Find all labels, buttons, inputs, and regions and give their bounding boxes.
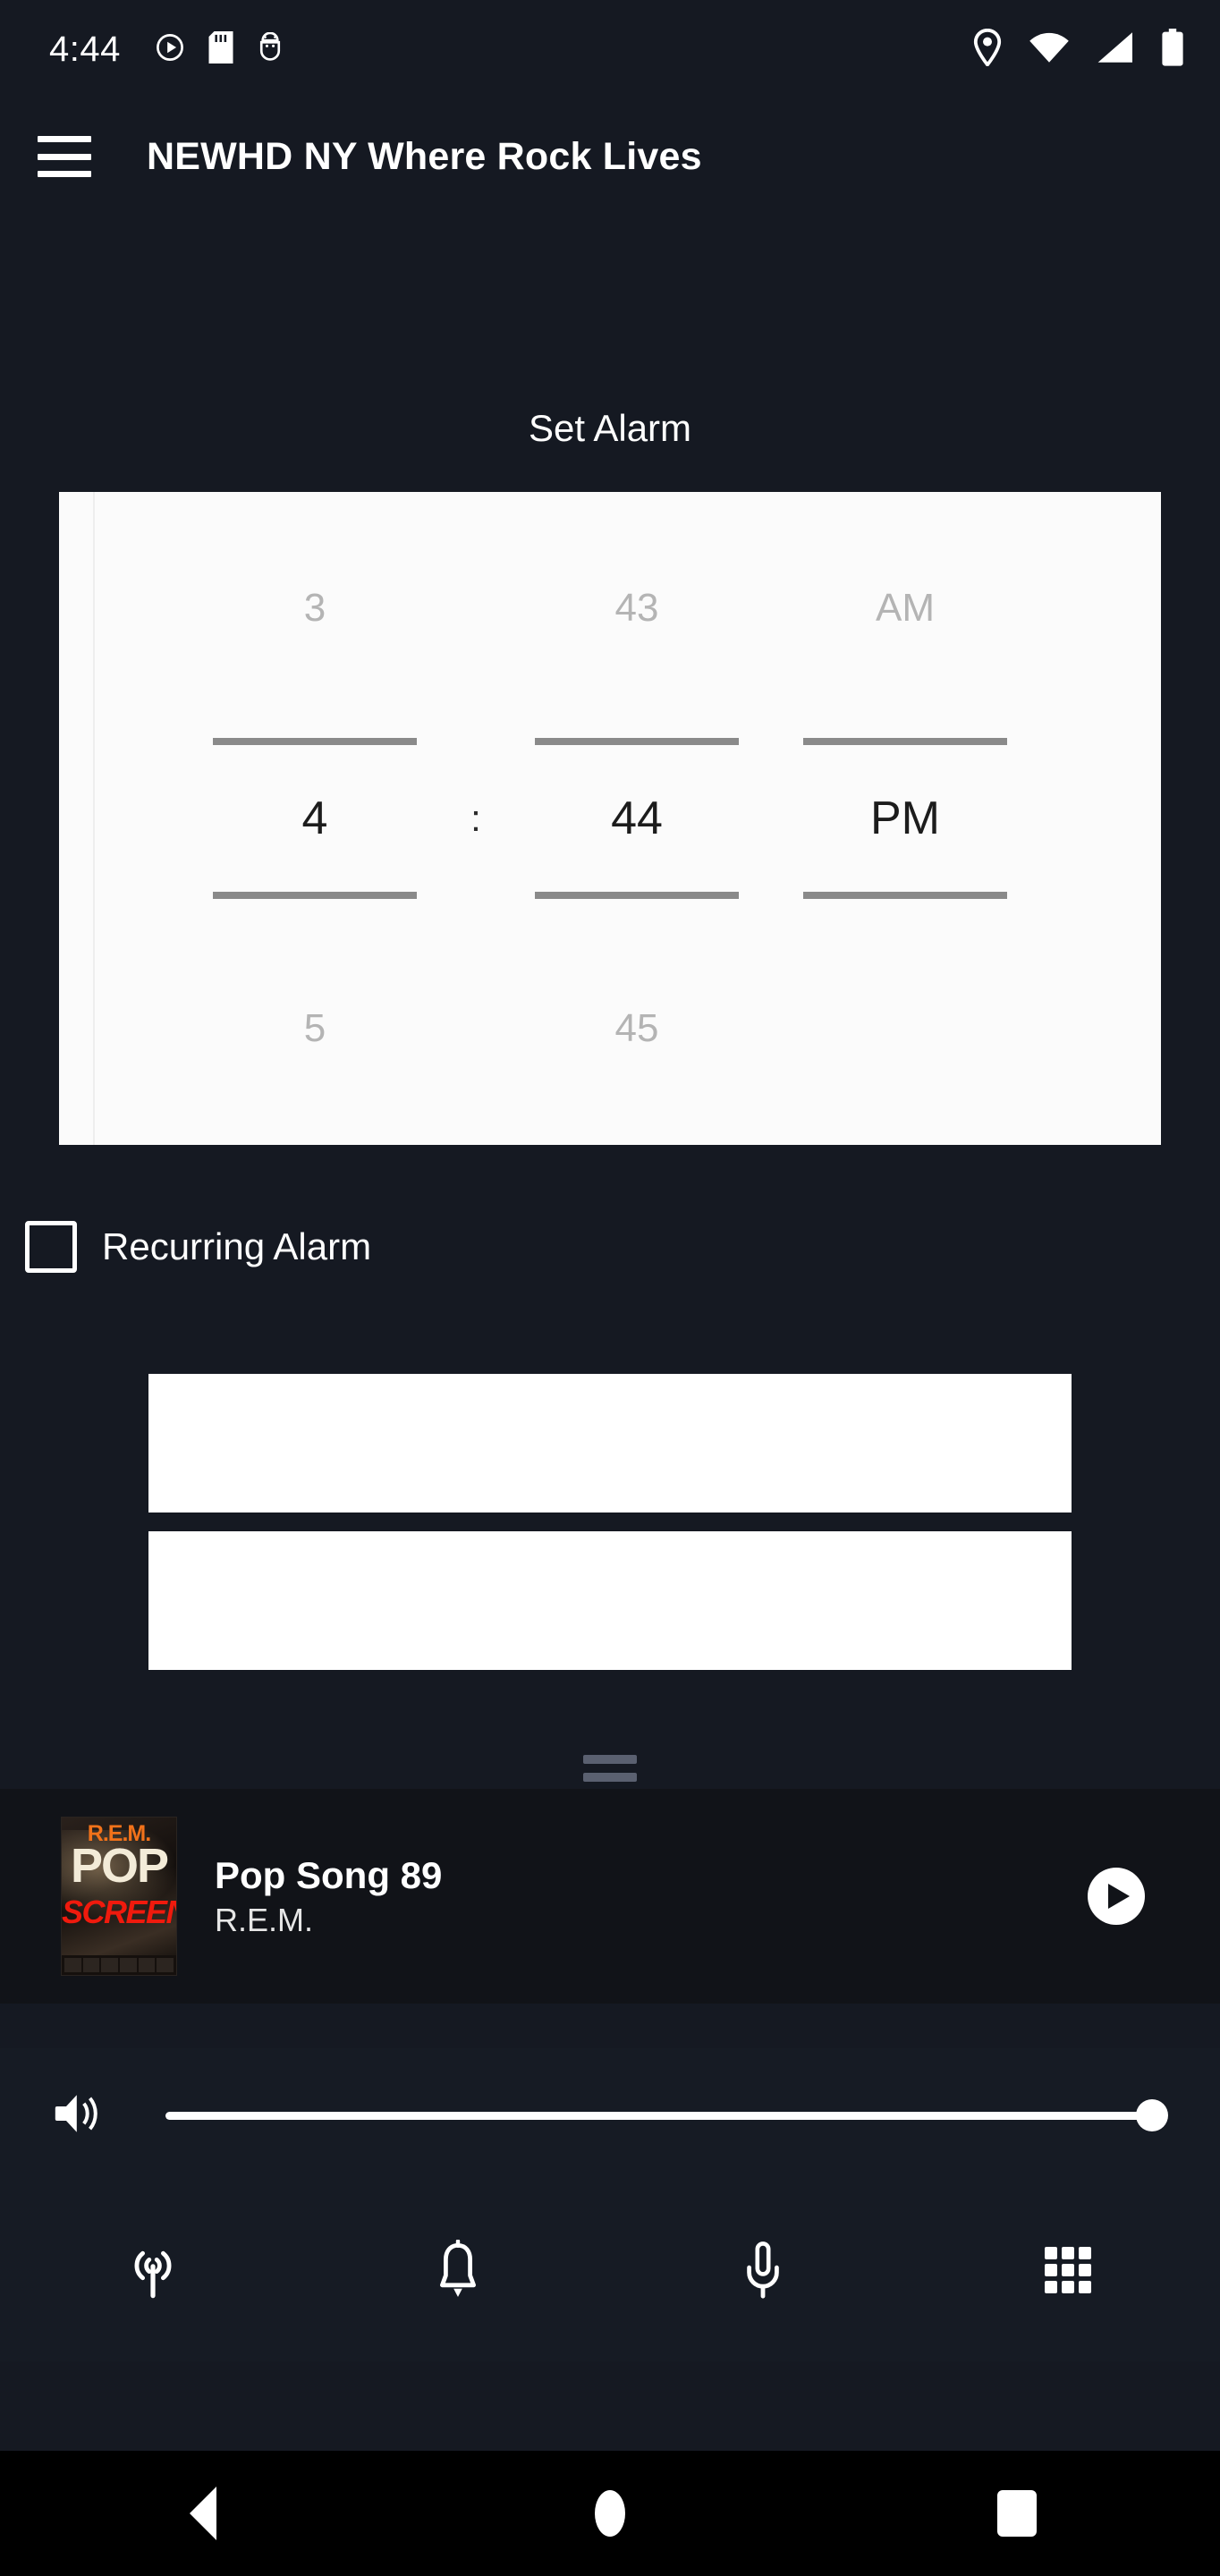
play-button[interactable] [1088,1868,1145,1925]
nav-back-button[interactable] [0,2487,407,2540]
tab-radio[interactable] [0,2182,305,2361]
recurring-alarm-label: Recurring Alarm [102,1225,372,1267]
minute-divider-top [535,738,739,745]
white-block-2[interactable] [148,1531,1072,1670]
broadcast-antenna-icon [125,2240,181,2305]
tab-alarm[interactable] [305,2182,610,2361]
volume-row [0,2048,1220,2182]
nav-recents-button[interactable] [813,2490,1220,2537]
minute-selected[interactable]: 44 [503,738,771,899]
hour-selected-value: 4 [301,792,328,844]
meridiem-selected[interactable]: PM [771,738,1039,899]
album-art: R.E.M. POP SCREEN [61,1817,177,1976]
album-art-line3: SCREEN [62,1894,177,1930]
filmstrip-cell [157,1958,174,1972]
recurring-alarm-checkbox[interactable] [25,1221,77,1273]
track-artist: R.E.M. [215,1901,314,1938]
picker-columns: 3 4 5 : 43 44 45 AM PM [59,492,1161,1145]
battery-icon [1161,28,1184,71]
bottom-tab-bar [0,2182,1220,2361]
hour-divider-top [213,738,417,745]
drag-handle-icon[interactable] [583,1755,637,1782]
location-pin-icon [973,28,1002,71]
time-separator: : [470,797,481,839]
filmstrip-cell [64,1958,81,1972]
minute-previous[interactable]: 43 [615,568,659,648]
meridiem-column[interactable]: AM PM [771,568,1039,1069]
filmstrip-cell [101,1958,119,1972]
tab-podcast[interactable] [610,2182,915,2361]
home-circle-icon [595,2490,625,2537]
meridiem-divider-top [803,738,1007,745]
status-bar-left-icons [155,30,284,68]
time-picker[interactable]: 3 4 5 : 43 44 45 AM PM [59,492,1161,1145]
play-circle-icon [155,32,185,67]
filmstrip-cell [120,1958,137,1972]
grid-icon [1043,2245,1093,2300]
hour-selected[interactable]: 4 [181,738,449,899]
status-bar: 4:44 [0,0,1220,98]
android-debug-icon [257,31,284,67]
volume-slider[interactable] [165,2097,1168,2133]
play-icon [1108,1884,1130,1909]
meridiem-selected-value: PM [870,792,940,844]
bell-icon [433,2238,483,2305]
hour-previous[interactable]: 3 [304,568,326,648]
filmstrip-cell [138,1958,156,1972]
now-playing-bar[interactable]: R.E.M. POP SCREEN Pop Song 89 R.E.M. [0,1789,1220,2004]
drag-handle-bar [583,1773,637,1782]
minute-column[interactable]: 43 44 45 [503,568,771,1069]
android-navigation-bar [0,2451,1220,2576]
status-bar-clock: 4:44 [49,29,121,69]
wifi-icon [1029,31,1070,68]
meridiem-divider-bottom [803,892,1007,899]
section-title: Set Alarm [528,407,692,449]
minute-selected-value: 44 [611,792,663,844]
page-title: NEWHD NY Where Rock Lives [147,134,702,178]
filmstrip-cell [82,1958,100,1972]
sd-card-icon [208,30,233,68]
back-triangle-icon [190,2487,217,2540]
album-art-line2: POP [70,1839,169,1893]
drag-handle-bar [583,1755,637,1764]
hamburger-bar [38,136,91,142]
volume-slider-thumb[interactable] [1136,2099,1168,2131]
hamburger-menu-icon[interactable] [38,136,91,177]
hour-divider-bottom [213,892,417,899]
meridiem-previous[interactable]: AM [876,568,935,648]
hour-next[interactable]: 5 [304,988,326,1069]
main-content: Set Alarm 3 4 5 : 43 44 45 AM PM Recurri… [0,215,1220,1789]
app-bar: NEWHD NY Where Rock Lives [0,98,1220,215]
nav-home-button[interactable] [407,2490,814,2537]
minute-divider-bottom [535,892,739,899]
hamburger-bar [38,153,91,160]
microphone-icon [739,2240,787,2305]
tab-more[interactable] [915,2182,1220,2361]
status-bar-right-icons [973,28,1184,71]
white-block-1[interactable] [148,1374,1072,1513]
album-art-filmstrip [62,1955,176,1975]
now-playing-text: Pop Song 89 R.E.M. [215,1853,1088,1939]
app-screen: 4: 44 NEWHD NY Where Rock Lives Set Alarm… [0,0,1220,2576]
minute-next[interactable]: 45 [615,988,659,1069]
speaker-volume-icon[interactable] [49,2087,105,2145]
volume-slider-fill [165,2111,1166,2120]
hour-column[interactable]: 3 4 5 [181,568,449,1069]
hamburger-bar [38,171,91,177]
cellular-signal-icon [1097,31,1134,68]
track-title: Pop Song 89 [215,1854,443,1897]
recents-square-icon [996,2490,1037,2537]
recurring-alarm-row[interactable]: Recurring Alarm [0,1221,1220,1273]
